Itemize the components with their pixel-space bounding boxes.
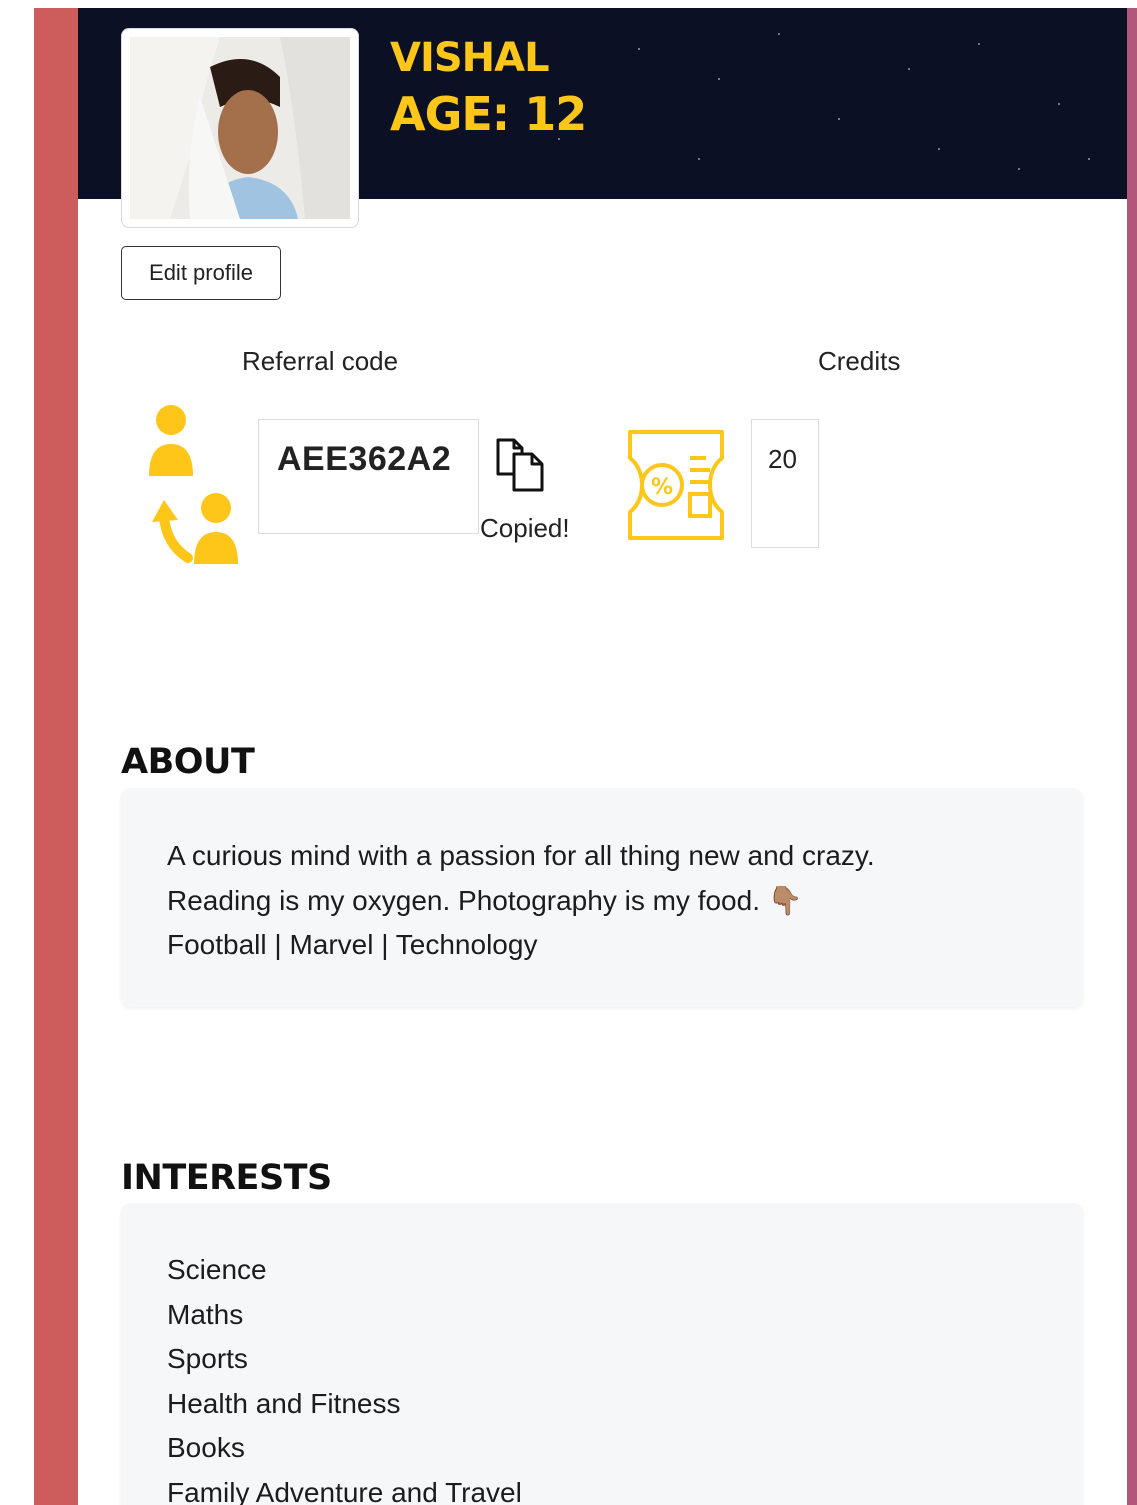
interests-card: Science Maths Sports Health and Fitness … [121, 1203, 1083, 1505]
svg-text:%: % [651, 475, 673, 500]
profile-age: AGE: 12 [390, 87, 587, 141]
interests-heading: INTERESTS [121, 1158, 332, 1198]
avatar-photo [130, 37, 350, 219]
referral-code-label: Referral code [242, 346, 399, 376]
about-line: Reading is my oxygen. Photography is my … [167, 884, 803, 916]
credits-value: 20 [768, 444, 797, 474]
edit-profile-button[interactable]: Edit profile [121, 246, 281, 300]
about-line: A curious mind with a passion for all th… [167, 840, 875, 871]
about-card: A curious mind with a passion for all th… [121, 788, 1083, 1007]
interest-item: Sports [167, 1343, 248, 1374]
profile-name: VISHAL [390, 35, 550, 81]
copy-icon[interactable] [492, 432, 552, 497]
referral-users-icon [140, 404, 250, 571]
coupon-icon: % [626, 428, 726, 547]
interest-item: Maths [167, 1298, 244, 1330]
interest-item: Books [167, 1432, 245, 1463]
right-border [1127, 8, 1137, 1505]
credits-label: Credits [818, 346, 901, 376]
profile-panel: VISHAL AGE: 12 Edit profile Referral cod… [78, 8, 1127, 1505]
about-line: Football | Marvel | Technology [167, 929, 538, 960]
about-heading: ABOUT [121, 742, 255, 782]
interest-item: Family Adventure and Travel [167, 1476, 522, 1505]
left-border [34, 8, 78, 1505]
avatar[interactable] [121, 28, 359, 228]
copied-status: Copied! [480, 513, 570, 543]
credits-box: 20 [751, 419, 819, 548]
referral-code-box[interactable]: AEE362A2 [258, 419, 479, 534]
referral-code-value: AEE362A2 [277, 440, 452, 478]
interest-item: Science [167, 1254, 267, 1285]
interests-list: Science Maths Sports Health and Fitness … [167, 1248, 522, 1505]
about-text: A curious mind with a passion for all th… [167, 834, 875, 968]
interest-item: Health and Fitness [167, 1387, 401, 1419]
